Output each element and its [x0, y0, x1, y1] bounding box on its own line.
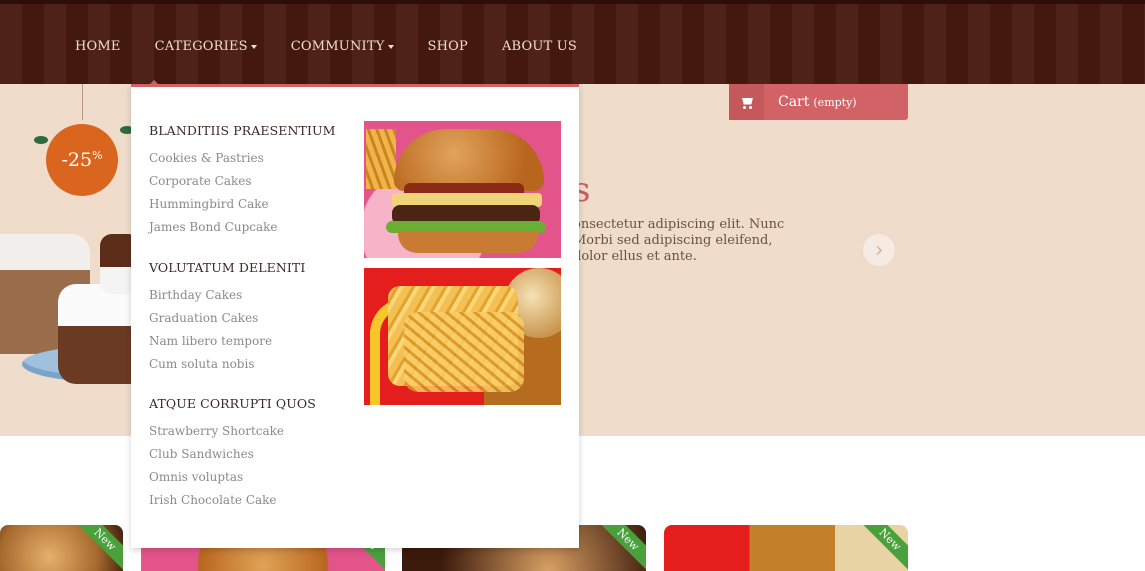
nav-community-label: COMMUNITY: [290, 38, 385, 54]
dropdown-group-title: BLANDITIIS PRAESENTIUM: [149, 123, 336, 138]
categories-dropdown: BLANDITIIS PRAESENTIUM Cookies & Pastrie…: [131, 84, 579, 548]
nav-categories[interactable]: CATEGORIES: [138, 4, 274, 88]
caret-down-icon: [387, 45, 394, 49]
cart-icon-container: [729, 84, 764, 120]
dropdown-link[interactable]: Graduation Cakes: [149, 307, 359, 330]
dropdown-group: ATQUE CORRUPTI QUOS Strawberry Shortcake…: [149, 396, 359, 512]
new-ribbon: New: [593, 525, 646, 571]
dropdown-link[interactable]: James Bond Cupcake: [149, 216, 359, 239]
burger-image[interactable]: [364, 121, 561, 258]
nav-community[interactable]: COMMUNITY: [274, 4, 411, 88]
nav-about-us[interactable]: ABOUT US: [485, 4, 594, 88]
caret-down-icon: [250, 45, 257, 49]
nav-shop[interactable]: SHOP: [411, 4, 485, 88]
discount-value: -25: [61, 149, 93, 171]
dropdown-link[interactable]: Strawberry Shortcake: [149, 420, 359, 443]
product-card-image[interactable]: New: [0, 525, 123, 571]
cart-status: (empty): [813, 95, 857, 109]
dropdown-group: VOLUTATUM DELENITI Birthday Cakes Gradua…: [149, 260, 359, 376]
cart-label: Cart: [778, 94, 810, 110]
hero-description: onsectetur adipiscing elit. Nunc Morbi s…: [573, 217, 785, 264]
nav-shop-label: SHOP: [427, 38, 468, 54]
leaf-decoration: [34, 136, 48, 144]
shopping-cart-icon: [740, 97, 753, 109]
nav-about-us-label: ABOUT US: [501, 38, 578, 54]
fries-image[interactable]: [364, 268, 561, 405]
dropdown-group: BLANDITIIS PRAESENTIUM Cookies & Pastrie…: [149, 123, 359, 239]
dropdown-link[interactable]: Birthday Cakes: [149, 284, 359, 307]
new-ribbon: New: [855, 525, 908, 571]
discount-badge: -25%: [46, 124, 118, 196]
dropdown-link[interactable]: Club Sandwiches: [149, 443, 359, 466]
badge-string: [82, 84, 83, 120]
nav-home[interactable]: HOME: [58, 4, 138, 88]
main-nav: HOME CATEGORIES COMMUNITY SHOP ABOUT US: [58, 4, 594, 88]
slider-next-button[interactable]: ›: [861, 232, 897, 268]
dropdown-group-title: ATQUE CORRUPTI QUOS: [149, 396, 316, 411]
cart-button[interactable]: Cart (empty): [729, 84, 908, 120]
dropdown-link[interactable]: Omnis voluptas: [149, 466, 359, 489]
new-ribbon: New: [70, 525, 123, 571]
nav-home-label: HOME: [75, 38, 121, 54]
dropdown-link[interactable]: Cookies & Pastries: [149, 147, 359, 170]
nav-categories-label: CATEGORIES: [154, 38, 248, 54]
dropdown-link[interactable]: Hummingbird Cake: [149, 193, 359, 216]
dropdown-link[interactable]: Corporate Cakes: [149, 170, 359, 193]
chevron-right-icon: ›: [874, 237, 884, 263]
dropdown-group-title: VOLUTATUM DELENITI: [149, 260, 306, 275]
top-navigation-bar: HOME CATEGORIES COMMUNITY SHOP ABOUT US: [0, 0, 1145, 89]
dropdown-link[interactable]: Cum soluta nobis: [149, 353, 359, 376]
dropdown-link[interactable]: Irish Chocolate Cake: [149, 489, 359, 512]
dropdown-link[interactable]: Nam libero tempore: [149, 330, 359, 353]
product-card-image[interactable]: New: [664, 525, 908, 571]
discount-unit: %: [92, 148, 103, 162]
